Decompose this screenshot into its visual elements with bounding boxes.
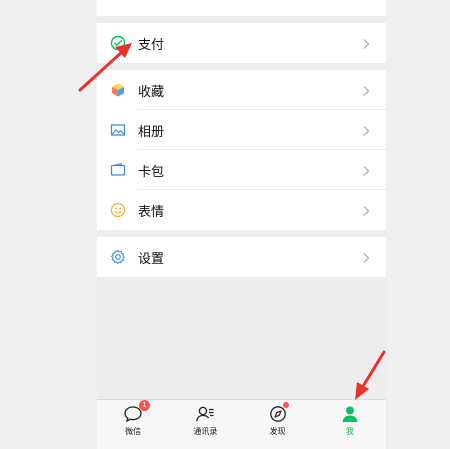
menu-item-label: 设置 <box>138 251 165 267</box>
tab-label: 我 <box>345 427 354 436</box>
gear-icon <box>109 248 127 266</box>
menu-item-pay[interactable]: 支付 <box>97 23 386 63</box>
menu-item-label: 支付 <box>138 37 165 53</box>
settings-group: 设置 <box>97 237 386 277</box>
tab-contacts[interactable]: 通讯录 <box>169 400 241 437</box>
menu-item-label: 相册 <box>138 124 165 140</box>
unread-badge: 1 <box>139 400 151 411</box>
chevron-right-icon <box>359 36 373 50</box>
menu-item-album[interactable]: 相册 <box>97 110 386 150</box>
menu-item-cards[interactable]: 卡包 <box>97 150 386 190</box>
chevron-right-icon <box>359 163 373 177</box>
image-icon <box>109 121 127 139</box>
smiley-icon <box>109 201 127 219</box>
tools-group: 收藏 相册 卡包 表情 <box>97 70 386 230</box>
menu-item-label: 卡包 <box>138 164 165 180</box>
left-margin <box>0 0 97 449</box>
tab-label: 微信 <box>125 427 142 436</box>
chat-bubble-icon: 1 <box>122 400 151 423</box>
pay-icon <box>109 34 127 52</box>
favorites-cube-icon <box>109 81 127 99</box>
chevron-right-icon <box>359 123 373 137</box>
me-page: 支付 收藏 相册 卡包 表情 设置 1 微信 通讯录 发现 我 <box>97 0 386 449</box>
new-dot-badge <box>282 402 289 408</box>
compass-icon <box>267 402 289 423</box>
menu-item-label: 表情 <box>138 204 165 220</box>
tab-chats[interactable]: 1 微信 <box>97 400 169 437</box>
pay-group: 支付 <box>97 23 386 63</box>
tab-label: 通讯录 <box>193 427 218 436</box>
right-margin <box>386 0 450 449</box>
menu-item-label: 收藏 <box>138 84 165 100</box>
chevron-right-icon <box>359 83 373 97</box>
bottom-tab-bar: 1 微信 通讯录 发现 我 <box>97 399 386 437</box>
home-indicator-area <box>97 437 386 449</box>
menu-item-settings[interactable]: 设置 <box>97 237 386 277</box>
person-icon <box>339 404 361 423</box>
tab-discover[interactable]: 发现 <box>242 400 314 437</box>
menu-item-favorites[interactable]: 收藏 <box>97 70 386 110</box>
contacts-icon <box>194 404 216 423</box>
chevron-right-icon <box>359 203 373 217</box>
menu-item-stickers[interactable]: 表情 <box>97 190 386 230</box>
tab-me[interactable]: 我 <box>314 400 386 437</box>
tab-label: 发现 <box>269 427 286 436</box>
wallet-icon <box>109 161 127 179</box>
chevron-right-icon <box>359 250 373 264</box>
profile-card[interactable] <box>97 0 386 16</box>
